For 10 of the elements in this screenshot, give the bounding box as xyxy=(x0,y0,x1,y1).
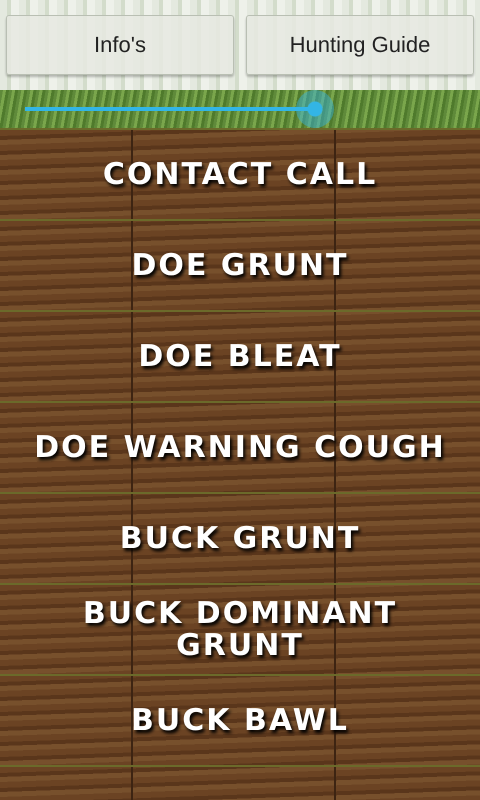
tab-button[interactable]: Info's xyxy=(6,15,234,75)
sound-button[interactable]: DOE BLEAT xyxy=(0,310,480,401)
slider-thumb[interactable] xyxy=(296,90,334,128)
sound-button[interactable]: DOE WARNING COUGH xyxy=(0,401,480,492)
tab-button[interactable]: Hunting Guide xyxy=(246,15,474,75)
sound-button[interactable]: DOE GRUNT xyxy=(0,219,480,310)
sound-button[interactable]: BUCK BAWL xyxy=(0,674,480,765)
sound-button[interactable]: BUCK DOMINANT GRUNT xyxy=(0,583,480,674)
sound-button[interactable]: BUCK GRUNT xyxy=(0,492,480,583)
sound-button[interactable]: CONTACT CALL xyxy=(0,128,480,219)
